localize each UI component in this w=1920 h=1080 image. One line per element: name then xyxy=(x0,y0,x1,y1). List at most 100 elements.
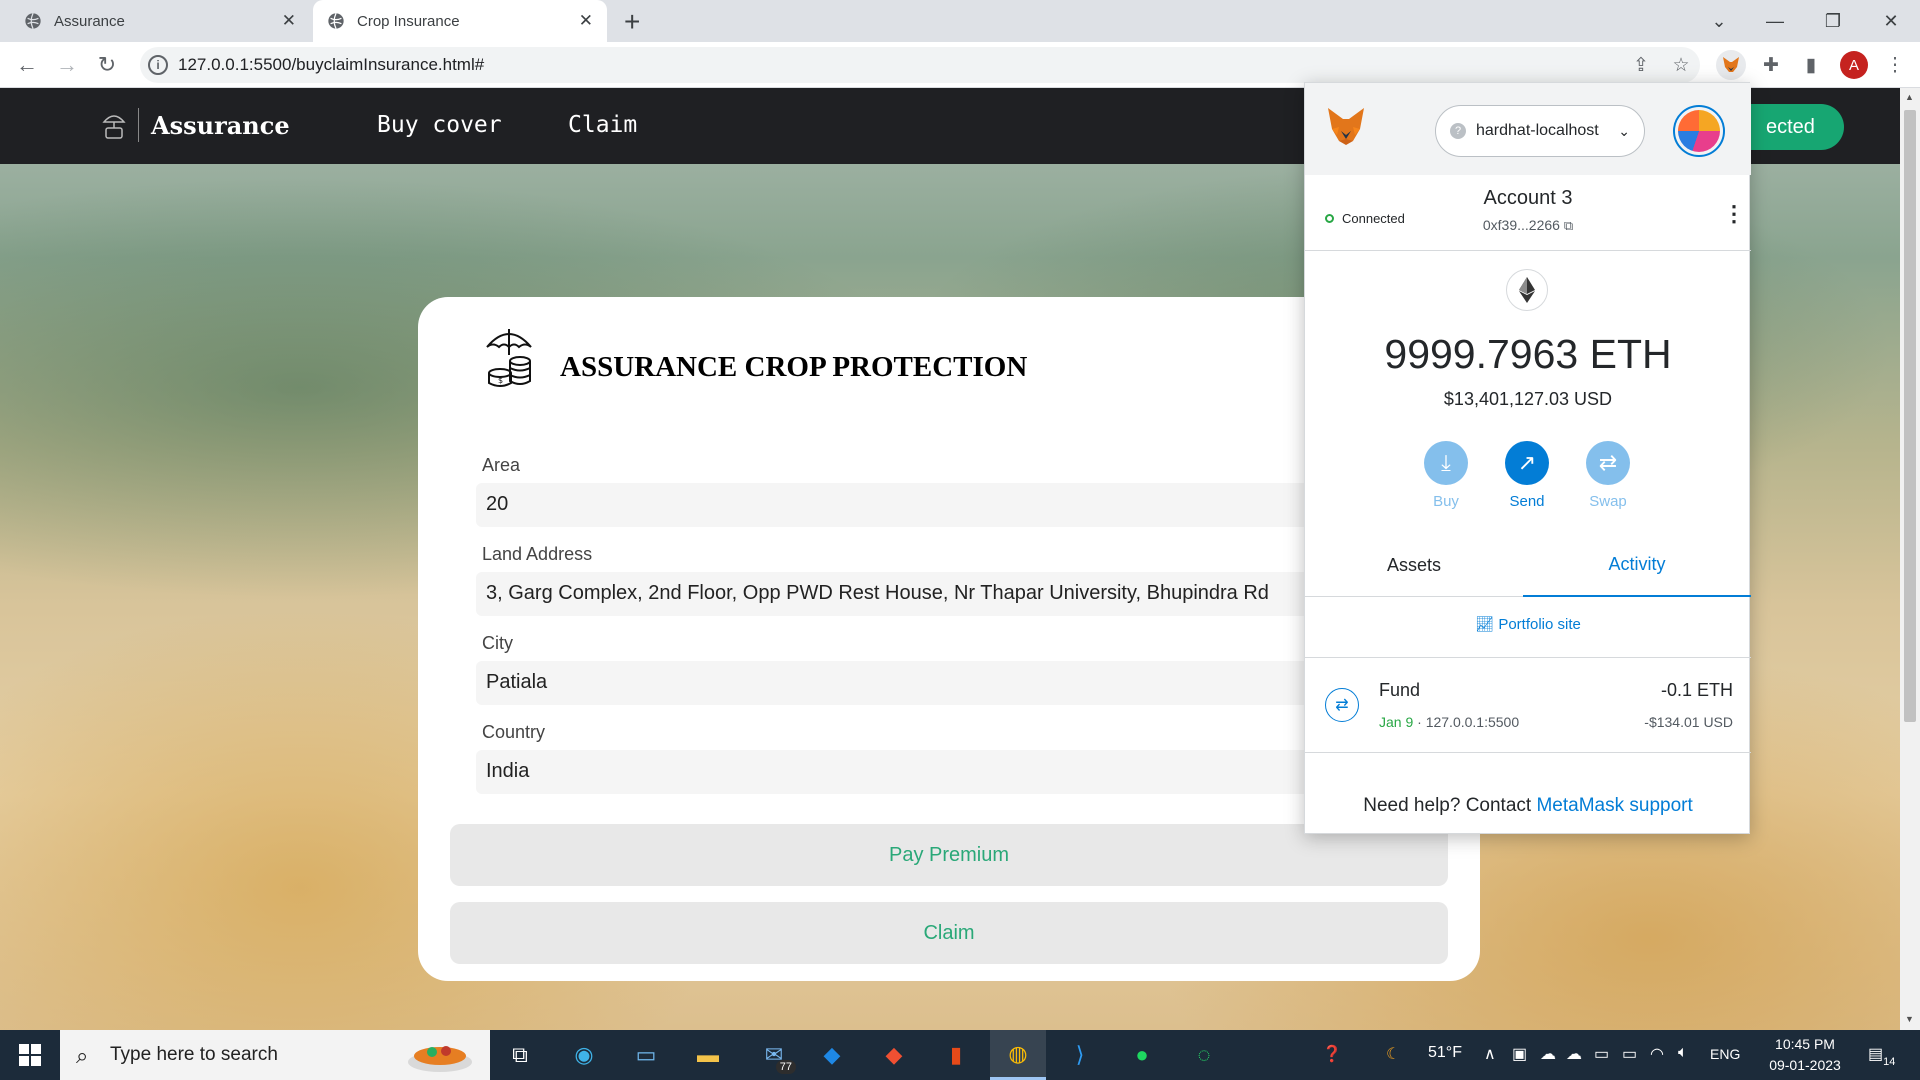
transaction-row[interactable]: ⇄ Fund Jan 9 · 127.0.0.1:5500 -0.1 ETH -… xyxy=(1305,657,1751,753)
language-indicator[interactable]: ENG xyxy=(1710,1046,1740,1062)
connect-button-label: ected xyxy=(1766,115,1815,138)
nav-claim[interactable]: Claim xyxy=(568,112,637,138)
claim-button[interactable]: Claim xyxy=(450,902,1448,964)
vscode-icon[interactable]: ⟩ xyxy=(1052,1030,1108,1080)
tray-display-icon[interactable]: ▭ xyxy=(1594,1044,1609,1064)
chrome-icon[interactable]: ◍ xyxy=(990,1030,1046,1080)
transfer-icon: ⇄ xyxy=(1325,688,1359,722)
send-action[interactable]: ↗ Send xyxy=(1495,441,1559,510)
tab-title: Assurance xyxy=(54,12,125,30)
usd-balance: $13,401,127.03 USD xyxy=(1443,389,1613,409)
land-address-input[interactable]: 3, Garg Complex, 2nd Floor, Opp PWD Rest… xyxy=(476,572,1436,616)
tab-search-chevron-icon[interactable]: ⌄ xyxy=(1690,0,1748,42)
chrome-menu-icon[interactable]: ⋮ xyxy=(1880,50,1910,80)
browser-tab-strip: Assurance ✕ Crop Insurance ✕ + ⌄ — ❐ ✕ xyxy=(0,0,1920,42)
scroll-down-arrow-icon[interactable]: ▼ xyxy=(1905,1014,1914,1024)
page-scrollbar[interactable]: ▲ ▼ xyxy=(1900,88,1920,1030)
clock-time: 10:45 PM xyxy=(1775,1036,1835,1052)
portfolio-link-text: Portfolio site xyxy=(1498,616,1581,633)
scrollbar-thumb[interactable] xyxy=(1904,110,1916,722)
browser-tab-crop-insurance[interactable]: Crop Insurance ✕ xyxy=(313,0,607,42)
mail-icon[interactable]: ✉ 77 xyxy=(746,1030,802,1080)
transaction-amount-usd: -$134.01 USD xyxy=(1644,714,1733,730)
buy-action[interactable]: ⤓ Buy xyxy=(1414,441,1478,510)
tab-assets[interactable]: Assets xyxy=(1305,533,1523,597)
taskbar-search[interactable]: ⌕ Type here to search xyxy=(60,1030,490,1080)
help-text: Need help? Contact xyxy=(1363,795,1537,816)
windows-logo-icon xyxy=(19,1044,41,1066)
clock[interactable]: 10:45 PM 09-01-2023 xyxy=(1760,1034,1850,1076)
share-icon[interactable]: ⇪ xyxy=(1626,50,1656,80)
notification-count: 14 xyxy=(1883,1056,1896,1068)
edge-icon[interactable]: ◉ xyxy=(556,1030,612,1080)
form-title: ASSURANCE CROP PROTECTION xyxy=(560,351,1028,383)
start-button[interactable] xyxy=(0,1030,60,1080)
tab-activity[interactable]: Activity xyxy=(1523,533,1751,597)
side-panel-icon[interactable]: ▮ xyxy=(1796,50,1826,80)
task-view-icon[interactable]: ⧉ xyxy=(492,1030,548,1080)
address-bar[interactable]: i 127.0.0.1:5500/buyclaimInsurance.html# xyxy=(140,47,1700,83)
file-explorer-icon[interactable]: ▬ xyxy=(680,1030,736,1080)
pay-premium-button[interactable]: Pay Premium xyxy=(450,824,1448,886)
minimize-button[interactable]: — xyxy=(1746,0,1804,42)
account-avatar[interactable] xyxy=(1673,105,1725,157)
metamask-support-link[interactable]: MetaMask support xyxy=(1536,795,1692,816)
volume-icon[interactable]: 🔈︎ xyxy=(1678,1044,1688,1062)
back-button[interactable]: ← xyxy=(12,50,42,80)
profile-avatar[interactable]: A xyxy=(1840,51,1868,79)
close-window-button[interactable]: ✕ xyxy=(1862,0,1920,42)
download-arrow-icon: ⤓ xyxy=(1424,441,1468,485)
extensions-puzzle-icon[interactable]: ✚ xyxy=(1756,50,1786,80)
spotify-icon[interactable]: ● xyxy=(1114,1030,1170,1080)
scroll-up-arrow-icon[interactable]: ▲ xyxy=(1905,92,1914,102)
area-label: Area xyxy=(482,455,521,475)
notification-center-icon[interactable]: ▤14 xyxy=(1868,1044,1895,1068)
fox-icon xyxy=(1723,57,1739,72)
help-question-icon[interactable]: ❓ xyxy=(1322,1044,1342,1064)
dropbox-icon[interactable]: ◆ xyxy=(804,1030,860,1080)
network-question-icon: ? xyxy=(1450,123,1466,139)
buy-label: Buy xyxy=(1433,493,1459,510)
account-options-icon[interactable]: ⋮ xyxy=(1723,201,1745,227)
wifi-icon[interactable]: ◠ xyxy=(1650,1044,1664,1064)
copy-icon[interactable]: ⧉ xyxy=(1564,218,1573,233)
swap-label: Swap xyxy=(1589,493,1627,510)
forward-button[interactable]: → xyxy=(52,50,82,80)
site-info-icon[interactable]: i xyxy=(148,55,168,75)
office-icon[interactable]: ▮ xyxy=(928,1030,984,1080)
restore-button[interactable]: ❐ xyxy=(1804,0,1862,42)
city-input[interactable]: Patiala xyxy=(476,661,1436,705)
whatsapp-icon[interactable]: ◌ xyxy=(1176,1030,1232,1080)
transaction-date: Jan 9 xyxy=(1379,714,1414,730)
git-icon[interactable]: ◆ xyxy=(866,1030,922,1080)
new-tab-button[interactable]: + xyxy=(624,6,640,38)
metamask-extension-icon[interactable] xyxy=(1716,50,1746,80)
eth-balance: 9999.7963 ETH xyxy=(1384,331,1672,377)
swap-action[interactable]: ⇄ Swap xyxy=(1576,441,1640,510)
reload-button[interactable]: ↻ xyxy=(92,50,122,80)
tray-cloud-icon[interactable]: ☁ xyxy=(1566,1044,1582,1064)
clock-date: 09-01-2023 xyxy=(1769,1057,1841,1073)
site-brand[interactable]: Assurance xyxy=(102,108,290,142)
portfolio-site-link[interactable]: 📈︎ Portfolio site xyxy=(1305,615,1751,633)
tab-title: Crop Insurance xyxy=(357,12,460,30)
identicon xyxy=(1678,110,1720,152)
close-tab-icon[interactable]: ✕ xyxy=(282,11,296,31)
area-input[interactable]: 20 xyxy=(476,483,1436,527)
tray-device-icon[interactable]: ▣ xyxy=(1512,1044,1527,1064)
search-highlight-bowl-icon xyxy=(408,1046,472,1072)
onedrive-cloud-icon[interactable]: ☁ xyxy=(1540,1044,1556,1064)
weather-temperature[interactable]: 51°F xyxy=(1428,1044,1462,1062)
country-input[interactable]: India xyxy=(476,750,1436,794)
nav-buy-cover[interactable]: Buy cover xyxy=(377,112,502,138)
network-selector[interactable]: ? hardhat-localhost ⌄ xyxy=(1435,105,1645,157)
battery-icon[interactable]: ▭ xyxy=(1622,1044,1637,1064)
browser-tab-assurance[interactable]: Assurance ✕ xyxy=(10,0,310,42)
bookmark-star-icon[interactable]: ☆ xyxy=(1666,50,1696,80)
close-tab-icon[interactable]: ✕ xyxy=(579,11,593,31)
remote-desktop-icon[interactable]: ▭ xyxy=(618,1030,674,1080)
city-label: City xyxy=(482,633,513,653)
show-hidden-icons-chevron-icon[interactable]: ∧ xyxy=(1484,1044,1496,1064)
account-address[interactable]: 0xf39...2266 ⧉ xyxy=(1305,217,1751,234)
metamask-fox-logo-icon xyxy=(1328,108,1364,145)
